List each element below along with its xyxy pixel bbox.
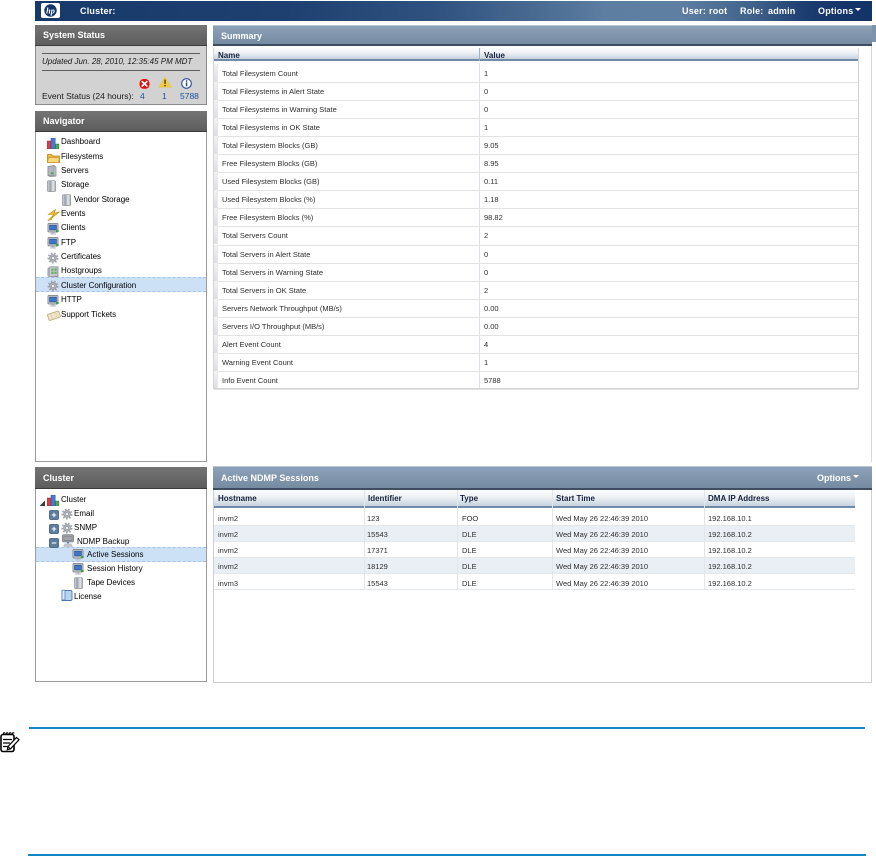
svg-text:hp: hp bbox=[46, 6, 55, 15]
